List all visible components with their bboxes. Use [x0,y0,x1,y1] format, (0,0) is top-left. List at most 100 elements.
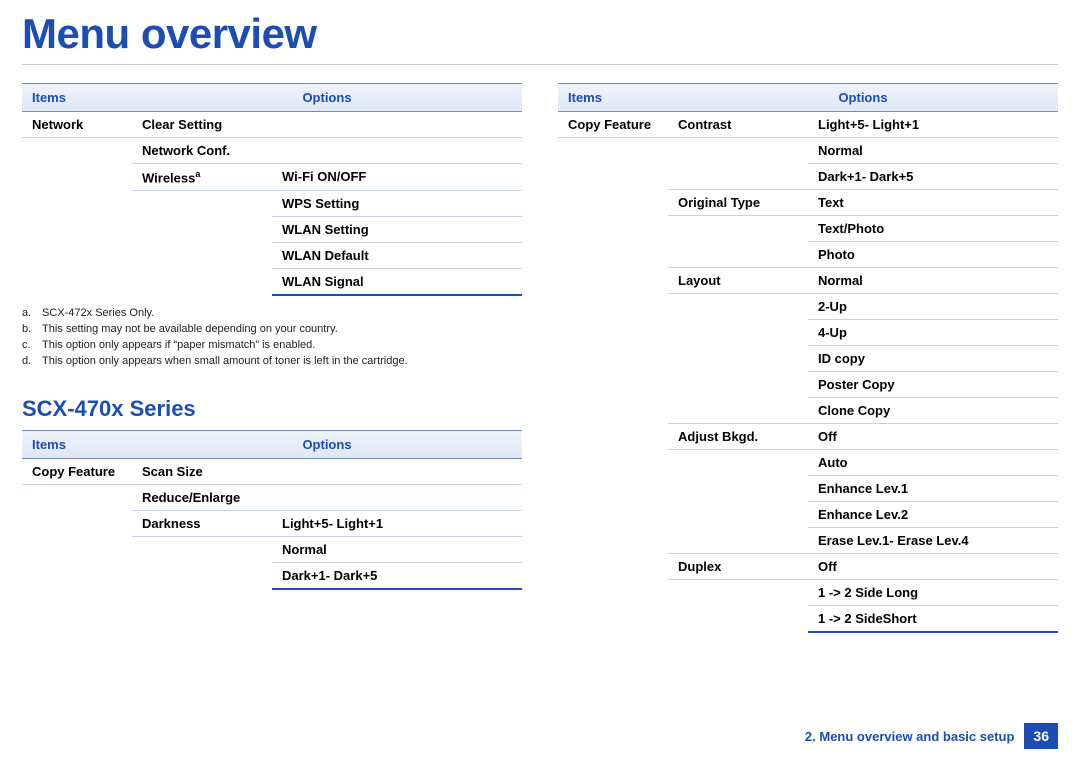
footer-crumb: 2. Menu overview and basic setup [805,729,1015,744]
cell-value: Normal [808,268,1058,294]
cell-option [668,320,808,346]
cell-value: Light+5- Light+1 [272,511,522,537]
cell-option [668,242,808,268]
th-options: Options [668,84,1058,112]
cell-option [668,528,808,554]
table-copy-left: Items Options Copy FeatureScan SizeReduc… [22,430,522,590]
table-row: WLAN Setting [22,217,522,243]
cell-option: Contrast [668,112,808,138]
cell-item [558,216,668,242]
cell-option [668,606,808,633]
cell-item [558,398,668,424]
cell-item [558,346,668,372]
cell-item [22,269,132,296]
table-row: 2-Up [558,294,1058,320]
table-copy-right: Items Options Copy FeatureContrastLight+… [558,83,1058,633]
table-row: Erase Lev.1- Erase Lev.4 [558,528,1058,554]
superscript: a [195,169,200,179]
cell-option: Reduce/Enlarge [132,485,272,511]
cell-value: Off [808,554,1058,580]
cell-option: Layout [668,268,808,294]
cell-value: 1 -> 2 SideShort [808,606,1058,633]
cell-value: ID copy [808,346,1058,372]
cell-option [668,372,808,398]
cell-item [558,580,668,606]
cell-value: Off [808,424,1058,450]
table-row: Normal [558,138,1058,164]
th-items: Items [22,431,132,459]
cell-value: Dark+1- Dark+5 [808,164,1058,190]
cell-option: Darkness [132,511,272,537]
table-row: Poster Copy [558,372,1058,398]
th-items: Items [558,84,668,112]
cell-option [668,164,808,190]
cell-value: Poster Copy [808,372,1058,398]
footnote-letter: a. [22,306,36,322]
cell-item [558,242,668,268]
footnote-text: This setting may not be available depend… [42,322,338,338]
cell-option [668,138,808,164]
footnote: a.SCX-472x Series Only. [22,306,522,322]
cell-item [558,476,668,502]
footnote: d.This option only appears when small am… [22,354,522,370]
footer: 2. Menu overview and basic setup 36 [805,723,1058,749]
table-row: DarknessLight+5- Light+1 [22,511,522,537]
table-row: Copy FeatureContrastLight+5- Light+1 [558,112,1058,138]
cell-value: Text/Photo [808,216,1058,242]
series-heading: SCX-470x Series [22,396,522,422]
table-row: 4-Up [558,320,1058,346]
cell-option [668,580,808,606]
columns: Items Options NetworkClear SettingNetwor… [0,83,1080,633]
footnote-letter: d. [22,354,36,370]
table-network: Items Options NetworkClear SettingNetwor… [22,83,522,296]
cell-value: Clone Copy [808,398,1058,424]
cell-item [22,511,132,537]
cell-value: Auto [808,450,1058,476]
cell-value: 1 -> 2 Side Long [808,580,1058,606]
cell-value [272,485,522,511]
table-row: Photo [558,242,1058,268]
cell-option [668,476,808,502]
cell-option [132,217,272,243]
cell-item [558,190,668,216]
title-rule [22,64,1058,65]
cell-item: Copy Feature [558,112,668,138]
cell-value: Wi-Fi ON/OFF [272,164,522,191]
table-row: Network Conf. [22,138,522,164]
cell-option [668,294,808,320]
cell-item: Copy Feature [22,459,132,485]
th-items: Items [22,84,132,112]
table-row: LayoutNormal [558,268,1058,294]
page-title: Menu overview [0,0,1080,64]
cell-item [22,164,132,191]
cell-item [558,320,668,346]
cell-value [272,112,522,138]
table-row: NetworkClear Setting [22,112,522,138]
footnote: b.This setting may not be available depe… [22,322,522,338]
cell-value: 2-Up [808,294,1058,320]
cell-item [558,424,668,450]
cell-item: Network [22,112,132,138]
cell-option [132,563,272,590]
table-row: Dark+1- Dark+5 [22,563,522,590]
table-row: Text/Photo [558,216,1058,242]
table-row: Original TypeText [558,190,1058,216]
table-row: Clone Copy [558,398,1058,424]
table-row: DuplexOff [558,554,1058,580]
cell-option [132,243,272,269]
cell-item [558,606,668,633]
table-row: WLAN Signal [22,269,522,296]
cell-value: WLAN Default [272,243,522,269]
right-column: Items Options Copy FeatureContrastLight+… [558,83,1058,633]
cell-option: Adjust Bkgd. [668,424,808,450]
cell-value: Normal [808,138,1058,164]
table-row: WirelessaWi-Fi ON/OFF [22,164,522,191]
cell-option: Wirelessa [132,164,272,191]
table-row: Enhance Lev.2 [558,502,1058,528]
cell-option [668,398,808,424]
footnote: c.This option only appears if “paper mis… [22,338,522,354]
page: Menu overview Items Options NetworkClear… [0,0,1080,763]
cell-option [132,269,272,296]
table-row: Auto [558,450,1058,476]
table-row: Dark+1- Dark+5 [558,164,1058,190]
